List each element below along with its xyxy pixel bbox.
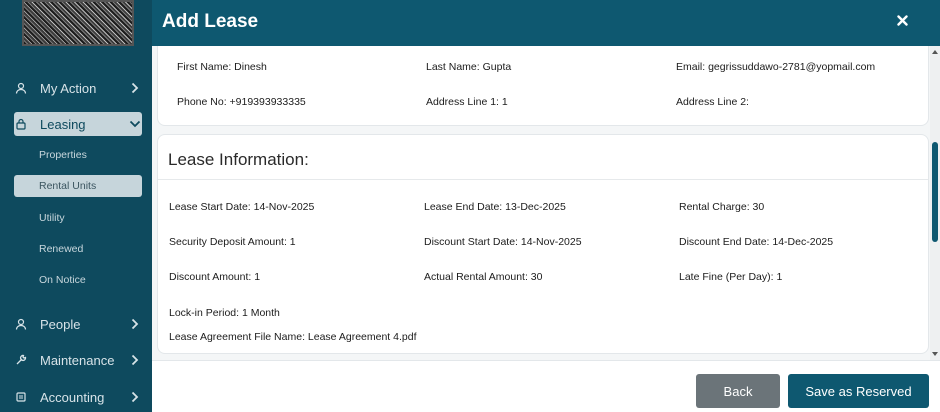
scrollbar-thumb[interactable] (932, 142, 938, 242)
modal-title: Add Lease (162, 11, 259, 32)
people-icon (14, 317, 28, 331)
security-deposit-amount: Security Deposit Amount: 1 (169, 236, 296, 248)
save-as-reserved-button[interactable]: Save as Reserved (788, 374, 929, 408)
first-name-field: First Name: Dinesh (177, 61, 267, 73)
chevron-right-icon (128, 317, 142, 331)
sidebar-subitem-label: Rental Units (39, 180, 97, 192)
scroll-down-icon[interactable] (932, 352, 938, 356)
sidebar-item-label: Accounting (40, 389, 105, 405)
person-icon (14, 81, 28, 95)
rental-charge: Rental Charge: 30 (679, 201, 765, 213)
add-lease-modal: Add Lease First Name: Dinesh Last Name: … (152, 0, 940, 412)
discount-amount: Discount Amount: 1 (169, 271, 261, 283)
tenant-info-card: First Name: Dinesh Last Name: Gupta Emai… (157, 46, 929, 126)
chevron-down-icon (128, 117, 142, 131)
back-button[interactable]: Back (696, 374, 780, 408)
divider (158, 179, 928, 180)
sidebar-subitem-label: Renewed (39, 243, 84, 255)
close-icon (896, 14, 908, 26)
chevron-right-icon (128, 390, 142, 404)
sidebar-item-label: Maintenance (40, 352, 115, 368)
lease-start-date: Lease Start Date: 14-Nov-2025 (169, 201, 315, 213)
sidebar-subitem-label: Properties (39, 149, 87, 161)
sidebar-item-leasing[interactable]: Leasing (14, 112, 142, 136)
sidebar-subitem-utility[interactable]: Utility (14, 207, 142, 229)
lock-icon (14, 117, 28, 131)
sidebar-subitem-properties[interactable]: Properties (14, 144, 142, 166)
sidebar-subitem-label: Utility (39, 212, 65, 224)
modal-header: Add Lease (152, 0, 940, 46)
address-line-1-field: Address Line 1: 1 (426, 96, 508, 108)
chevron-right-icon (128, 353, 142, 367)
wrench-icon (14, 353, 28, 367)
sidebar-subitem-rental-units[interactable]: Rental Units (14, 175, 142, 197)
modal-body: First Name: Dinesh Last Name: Gupta Emai… (152, 46, 940, 360)
modal-footer: Back Save as Reserved (152, 360, 940, 412)
sidebar-subitem-on-notice[interactable]: On Notice (14, 269, 142, 291)
chevron-right-icon (128, 81, 142, 95)
sidebar-item-label: Leasing (40, 116, 86, 132)
scroll-up-icon[interactable] (932, 50, 938, 54)
discount-start-date: Discount Start Date: 14-Nov-2025 (424, 236, 582, 248)
sidebar-subitem-renewed[interactable]: Renewed (14, 238, 142, 260)
sidebar-item-maintenance[interactable]: Maintenance (14, 348, 142, 372)
lease-end-date: Lease End Date: 13-Dec-2025 (424, 201, 566, 213)
sidebar-item-people[interactable]: People (14, 312, 142, 336)
section-title: Lease Information: (168, 150, 309, 169)
sidebar: My Action Leasing Properties Rental Unit… (0, 0, 152, 412)
phone-field: Phone No: +919393933335 (177, 96, 306, 108)
sidebar-subitem-label: On Notice (39, 274, 86, 286)
ledger-icon (14, 390, 28, 404)
late-fine-per-day: Late Fine (Per Day): 1 (679, 271, 783, 283)
lease-agreement-file-name: Lease Agreement File Name: Lease Agreeme… (169, 331, 417, 343)
close-button[interactable] (894, 12, 910, 28)
actual-rental-amount: Actual Rental Amount: 30 (424, 271, 543, 283)
email-field: Email: gegrissuddawo-2781@yopmail.com (676, 61, 876, 73)
logo (22, 0, 134, 46)
sidebar-item-accounting[interactable]: Accounting (14, 385, 142, 409)
discount-end-date: Discount End Date: 14-Dec-2025 (679, 236, 834, 248)
last-name-field: Last Name: Gupta (426, 61, 512, 73)
lease-info-card: Lease Information: Lease Start Date: 14-… (157, 134, 929, 354)
sidebar-item-my-action[interactable]: My Action (14, 76, 142, 100)
lock-in-period: Lock-in Period: 1 Month (169, 307, 280, 319)
sidebar-item-label: My Action (40, 80, 97, 96)
address-line-2-field: Address Line 2: (676, 96, 749, 108)
sidebar-item-label: People (40, 316, 81, 332)
